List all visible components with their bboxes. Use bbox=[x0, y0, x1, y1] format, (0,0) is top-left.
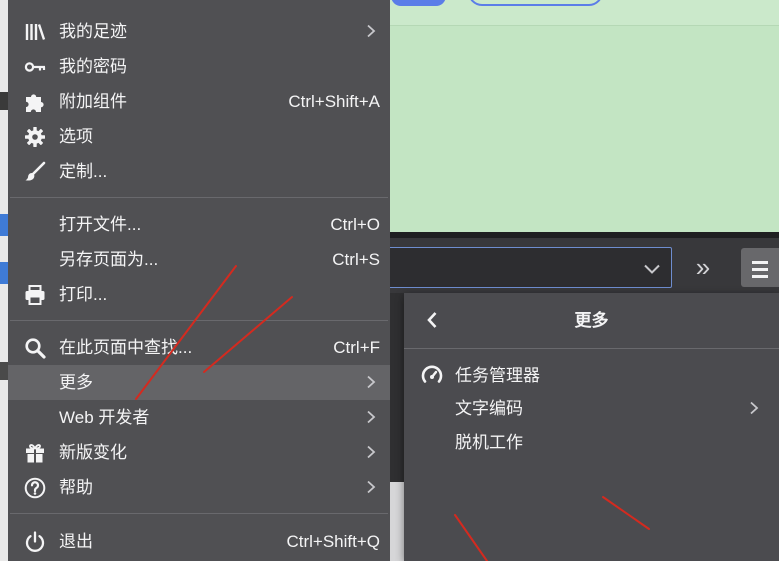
menu-item-passwords[interactable]: 我的密码 bbox=[8, 49, 390, 84]
menu-item-label: 退出 bbox=[59, 532, 93, 551]
chevron-right-icon bbox=[749, 401, 759, 415]
chevron-right-icon bbox=[366, 375, 376, 389]
gauge-icon bbox=[420, 363, 444, 387]
chevron-right-icon bbox=[366, 480, 376, 494]
hamburger-menu-button[interactable] bbox=[741, 248, 779, 287]
menu-item-shortcut: Ctrl+F bbox=[333, 338, 380, 357]
menu-item-library[interactable]: 我的足迹 bbox=[8, 14, 390, 49]
menu-item-quit[interactable]: 退出 Ctrl+Shift+Q bbox=[8, 524, 390, 559]
overflow-chevrons-icon: » bbox=[695, 252, 711, 282]
menu-item-label: 新版变化 bbox=[59, 443, 127, 462]
printer-icon bbox=[23, 283, 47, 307]
menu-separator bbox=[10, 197, 388, 198]
more-item-label: 任务管理器 bbox=[455, 366, 540, 385]
chevron-right-icon bbox=[366, 410, 376, 424]
more-item-task-manager[interactable]: 任务管理器 bbox=[404, 359, 779, 392]
menu-item-label: 帮助 bbox=[59, 478, 93, 497]
brush-icon bbox=[23, 160, 47, 184]
menu-separator bbox=[10, 320, 388, 321]
more-item-label: 脱机工作 bbox=[455, 433, 523, 452]
menu-item-label: 我的密码 bbox=[59, 57, 127, 76]
menu-item-open-file[interactable]: 打开文件... Ctrl+O bbox=[8, 207, 390, 242]
more-item-text-encoding[interactable]: 文字编码 bbox=[404, 392, 779, 425]
page-behind-gap bbox=[390, 293, 404, 561]
menu-item-label: 在此页面中查找... bbox=[59, 338, 193, 357]
menu-item-find-in-page[interactable]: 在此页面中查找... Ctrl+F bbox=[8, 330, 390, 365]
page-primary-button[interactable] bbox=[391, 0, 446, 6]
page-secondary-button[interactable] bbox=[468, 0, 603, 6]
chevron-down-icon[interactable] bbox=[643, 262, 661, 274]
chevron-right-icon bbox=[366, 24, 376, 38]
power-icon bbox=[23, 530, 47, 554]
menu-item-label: 附加组件 bbox=[59, 92, 127, 111]
menu-item-web-developer[interactable]: Web 开发者 bbox=[8, 400, 390, 435]
search-icon bbox=[23, 336, 47, 360]
panel-title: 更多 bbox=[574, 311, 609, 330]
menu-item-more[interactable]: 更多 bbox=[8, 365, 390, 400]
menu-item-whats-new[interactable]: 新版变化 bbox=[8, 435, 390, 470]
url-dropdown-field[interactable] bbox=[382, 247, 672, 288]
menu-item-print[interactable]: 打印... bbox=[8, 277, 390, 312]
key-icon bbox=[23, 55, 47, 79]
more-item-label: 文字编码 bbox=[455, 399, 523, 418]
menu-item-label: 更多 bbox=[59, 373, 93, 392]
toolbar-overflow-button[interactable]: » bbox=[690, 252, 716, 282]
menu-item-save-page[interactable]: 另存页面为... Ctrl+S bbox=[8, 242, 390, 277]
page-behind-edge bbox=[0, 0, 8, 561]
chevron-right-icon bbox=[366, 445, 376, 459]
menu-item-label: 我的足迹 bbox=[59, 22, 127, 41]
menu-item-options[interactable]: 选项 bbox=[8, 119, 390, 154]
menu-item-shortcut: Ctrl+Shift+Q bbox=[286, 532, 380, 551]
more-submenu-panel: 更多 任务管理器 文字编码 脱机工作 bbox=[404, 293, 779, 561]
menu-item-label: 定制... bbox=[59, 162, 108, 181]
menu-item-shortcut: Ctrl+Shift+A bbox=[288, 92, 380, 111]
app-main-menu: 我的足迹 我的密码 附加组件 Ctrl+Shift+A 选项 定制... 打开文… bbox=[8, 0, 390, 561]
menu-item-help[interactable]: 帮助 bbox=[8, 470, 390, 505]
library-icon bbox=[23, 20, 47, 44]
menu-item-shortcut: Ctrl+S bbox=[332, 250, 380, 269]
menu-item-label: 打印... bbox=[59, 285, 108, 304]
menu-separator bbox=[10, 513, 388, 514]
gift-icon bbox=[23, 441, 47, 465]
menu-item-label: Web 开发者 bbox=[59, 408, 150, 427]
menu-item-label: 选项 bbox=[59, 127, 93, 146]
menu-item-label: 打开文件... bbox=[59, 215, 142, 234]
menu-item-customize[interactable]: 定制... bbox=[8, 154, 390, 189]
panel-separator bbox=[404, 348, 779, 349]
help-icon bbox=[23, 476, 47, 500]
gear-icon bbox=[23, 125, 47, 149]
more-item-work-offline[interactable]: 脱机工作 bbox=[404, 426, 779, 459]
menu-item-shortcut: Ctrl+O bbox=[330, 215, 380, 234]
puzzle-icon bbox=[23, 90, 47, 114]
menu-item-label: 另存页面为... bbox=[59, 250, 159, 269]
menu-item-addons[interactable]: 附加组件 Ctrl+Shift+A bbox=[8, 84, 390, 119]
